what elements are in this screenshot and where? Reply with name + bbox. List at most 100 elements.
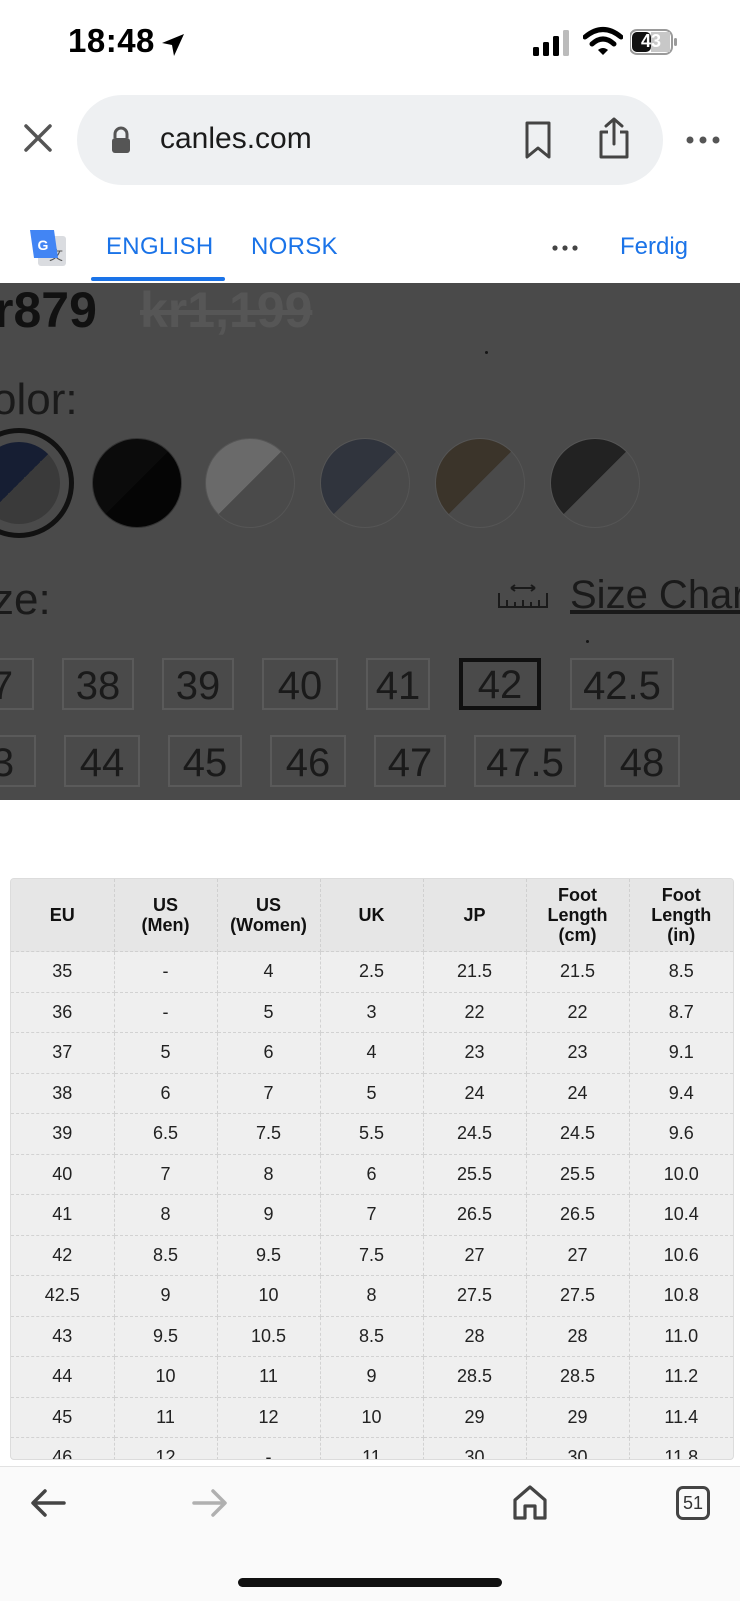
- size-option-selected[interactable]: 42: [459, 658, 541, 710]
- url-text[interactable]: canles.com: [160, 122, 312, 156]
- table-cell: 9: [114, 1275, 218, 1317]
- table-cell: 10: [217, 1275, 321, 1317]
- table-cell: 8.5: [629, 951, 733, 993]
- table-cell: 22: [526, 992, 630, 1033]
- done-button[interactable]: Ferdig: [620, 233, 688, 261]
- google-translate-icon: 文 G: [30, 230, 66, 266]
- table-cell: 10.5: [217, 1316, 321, 1357]
- size-option[interactable]: 3: [0, 735, 36, 787]
- table-cell: 28: [423, 1316, 527, 1357]
- table-row: 43 9.5 10.5 8.5 28 28 11.0: [11, 1316, 733, 1357]
- share-icon[interactable]: [596, 116, 632, 160]
- table-cell: 28.5: [423, 1356, 527, 1398]
- sale-price: r879: [0, 283, 97, 338]
- table-cell: 26.5: [423, 1194, 527, 1236]
- battery-level: 43: [640, 31, 662, 51]
- wifi-icon: [583, 27, 623, 55]
- table-cell: 44: [11, 1356, 115, 1398]
- table-cell: 29: [526, 1397, 630, 1438]
- table-cell: 25.5: [423, 1154, 527, 1195]
- table-header-cell: US (Women): [217, 879, 321, 952]
- table-cell: 30: [526, 1437, 630, 1459]
- table-cell: 5: [217, 992, 321, 1033]
- table-cell: 27.5: [423, 1275, 527, 1317]
- size-label: ze:: [0, 575, 51, 624]
- ruler-icon: [498, 584, 548, 608]
- table-cell: 29: [423, 1397, 527, 1438]
- table-cell: 21.5: [526, 951, 630, 993]
- color-swatch-black[interactable]: [92, 438, 182, 528]
- location-arrow-icon: [162, 34, 184, 56]
- table-cell: 7.5: [320, 1235, 424, 1276]
- table-row: 39 6.5 7.5 5.5 24.5 24.5 9.6: [11, 1113, 733, 1155]
- back-arrow-icon[interactable]: [30, 1488, 66, 1518]
- home-indicator: [238, 1578, 502, 1587]
- table-cell: 46: [11, 1437, 115, 1459]
- color-swatch-charcoal[interactable]: [320, 438, 410, 528]
- size-option[interactable]: 38: [62, 658, 134, 710]
- size-option[interactable]: 42.5: [570, 658, 674, 710]
- size-option[interactable]: 7: [0, 658, 34, 710]
- table-cell: 38: [11, 1073, 115, 1114]
- size-option[interactable]: 40: [262, 658, 338, 710]
- tab-english[interactable]: ENGLISH: [106, 233, 213, 261]
- tabs-count-button[interactable]: 51: [676, 1486, 710, 1520]
- table-header-cell: JP: [423, 879, 527, 952]
- table-cell: -: [114, 992, 218, 1033]
- table-cell: 41: [11, 1194, 115, 1236]
- size-option[interactable]: 47: [374, 735, 446, 787]
- table-cell: 45: [11, 1397, 115, 1438]
- more-options-icon[interactable]: [685, 135, 721, 145]
- table-cell: 7: [114, 1154, 218, 1195]
- table-cell: 4: [217, 951, 321, 993]
- table-cell: 9: [320, 1356, 424, 1398]
- tab-norsk[interactable]: NORSK: [251, 233, 338, 261]
- forward-arrow-icon[interactable]: [192, 1488, 228, 1518]
- size-option[interactable]: 48: [604, 735, 680, 787]
- home-icon[interactable]: [512, 1484, 548, 1520]
- table-header-cell: Foot Length (cm): [526, 879, 630, 952]
- table-cell: 3: [320, 992, 424, 1033]
- size-option[interactable]: 41: [366, 658, 430, 710]
- table-cell: -: [217, 1437, 321, 1459]
- color-swatch-grey[interactable]: [205, 438, 295, 528]
- table-cell: 7: [320, 1194, 424, 1236]
- original-price: kr1,199: [140, 283, 313, 338]
- size-chart-link[interactable]: Size Char: [570, 573, 740, 618]
- cellular-signal-icon: [533, 30, 569, 56]
- table-cell: 9.5: [114, 1316, 218, 1357]
- close-icon[interactable]: [22, 122, 54, 154]
- size-option[interactable]: 39: [162, 658, 234, 710]
- table-cell: 11.4: [629, 1397, 733, 1438]
- size-option[interactable]: 45: [168, 735, 242, 787]
- color-swatch-dark-grey[interactable]: [550, 438, 640, 528]
- table-cell: 10: [114, 1356, 218, 1398]
- table-cell: 21.5: [423, 951, 527, 993]
- table-cell: 30: [423, 1437, 527, 1459]
- table-cell: 4: [320, 1032, 424, 1074]
- table-row: 44 10 11 9 28.5 28.5 11.2: [11, 1356, 733, 1398]
- status-time: 18:48: [68, 22, 155, 59]
- table-cell: 9.4: [629, 1073, 733, 1114]
- bookmark-icon[interactable]: [522, 120, 554, 160]
- table-cell: 24.5: [423, 1113, 527, 1155]
- table-cell: 8: [114, 1194, 218, 1236]
- table-cell: 2.5: [320, 951, 424, 993]
- table-row: 40 7 8 6 25.5 25.5 10.0: [11, 1154, 733, 1195]
- translate-more-icon[interactable]: [552, 245, 578, 251]
- table-body: 35-4 2.5 21.5 21.5 8.5 36-5 3 22 22 8.7 37 5 6 4 23 23 9…: [11, 951, 733, 1459]
- table-cell: 40: [11, 1154, 115, 1195]
- table-cell: 11: [320, 1437, 424, 1459]
- svg-text:G: G: [38, 237, 49, 253]
- size-option[interactable]: 46: [270, 735, 346, 787]
- table-cell: 27: [423, 1235, 527, 1276]
- table-cell: 22: [423, 992, 527, 1033]
- table-cell: 6: [217, 1032, 321, 1074]
- table-cell: 7.5: [217, 1113, 321, 1155]
- table-cell: 9: [217, 1194, 321, 1236]
- size-option[interactable]: 44: [64, 735, 140, 787]
- color-swatch-brown[interactable]: [435, 438, 525, 528]
- table-cell: 23: [423, 1032, 527, 1074]
- size-option[interactable]: 47.5: [474, 735, 576, 787]
- table-header-row: EU US (Men) US (Women) UK JP Foot Length (cm) Foot…: [11, 879, 733, 952]
